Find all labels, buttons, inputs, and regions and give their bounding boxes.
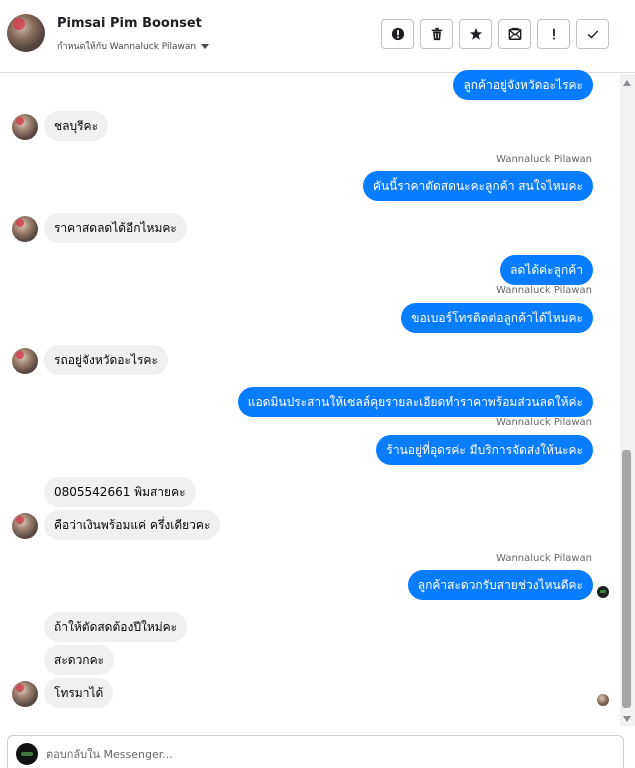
toolbar <box>381 19 609 49</box>
message-bubble-outgoing[interactable]: ลดได้ค่ะลูกค้า <box>500 255 593 285</box>
message-bubble-incoming[interactable]: ราคาสดลดได้อีกไหมคะ <box>44 213 187 243</box>
mark-unread-button[interactable] <box>498 19 531 49</box>
done-button[interactable] <box>576 19 609 49</box>
message-bubble-incoming[interactable]: ชลบุรีคะ <box>44 111 109 141</box>
contact-avatar-small <box>12 681 38 707</box>
chevron-down-icon <box>201 43 210 49</box>
star-icon <box>469 27 482 40</box>
trash-icon <box>431 27 442 41</box>
contact-avatar-small <box>12 513 38 539</box>
message-bubble-incoming[interactable]: สะดวกคะ <box>44 645 115 675</box>
reply-composer <box>7 735 624 768</box>
check-icon <box>587 30 598 39</box>
sender-name: Wannaluck Pilawan <box>496 154 592 165</box>
message-bubble-outgoing[interactable]: ลูกค้าสะดวกรับสายช่วงไหนดีคะ <box>407 570 593 600</box>
scroll-thumb[interactable] <box>622 450 631 708</box>
conversation-header: Pimsai Pim Boonset กำหนดให้กับ Wannaluck… <box>0 0 635 73</box>
star-button[interactable] <box>459 19 492 49</box>
scroll-up-arrow[interactable] <box>623 80 631 86</box>
contact-avatar-small <box>12 114 38 140</box>
message-bubble-outgoing[interactable]: ร้านอยู่ที่อุดรค่ะ มีบริการจัดส่งให้นะคะ <box>376 435 593 465</box>
contact-avatar-small <box>12 348 38 374</box>
sender-name: Wannaluck Pilawan <box>496 285 592 296</box>
message-bubble-incoming[interactable]: 0805542661 พิมสายคะ <box>44 477 196 507</box>
contact-avatar[interactable] <box>7 14 45 52</box>
reply-input[interactable] <box>46 748 606 761</box>
sender-name: Wannaluck Pilawan <box>496 417 592 428</box>
contact-name[interactable]: Pimsai Pim Boonset <box>57 16 202 31</box>
spam-button[interactable] <box>381 19 414 49</box>
message-bubble-outgoing[interactable]: ลูกค้าอยู่จังหวัดอะไรคะ <box>453 70 593 100</box>
exclamation-icon <box>552 28 555 40</box>
alert-circle-icon <box>391 27 404 41</box>
scroll-down-arrow[interactable] <box>623 716 631 722</box>
assignee-label: กำหนดให้กับ Wannaluck Pilawan <box>57 42 197 52</box>
delete-button[interactable] <box>420 19 453 49</box>
follow-up-button[interactable] <box>537 19 570 49</box>
seen-indicator <box>597 586 609 598</box>
assignee-selector[interactable]: กำหนดให้กับ Wannaluck Pilawan <box>57 39 210 53</box>
message-bubble-outgoing[interactable]: คันนี้ราคาตัดสดนะคะลูกค้า สนใจไหมคะ <box>362 171 593 201</box>
thread-scrollbar[interactable] <box>620 74 635 726</box>
message-bubble-outgoing[interactable]: แอดมินประสานให้เซลล์คุยรายละเอียดทำราคาพ… <box>237 387 593 417</box>
message-bubble-incoming[interactable]: คือว่าเงินพร้อมแค่ ครึ่งเดียวคะ <box>44 510 221 540</box>
message-bubble-incoming[interactable]: โทรมาได้ <box>44 678 114 708</box>
page-avatar <box>16 743 38 765</box>
message-bubble-outgoing[interactable]: ขอเบอร์โทรติดต่อลูกค้าได้ไหมคะ <box>401 303 593 333</box>
read-receipt-avatar <box>597 694 609 706</box>
mail-icon <box>508 27 521 40</box>
message-bubble-incoming[interactable]: รถอยู่จังหวัดอะไรคะ <box>44 345 168 375</box>
contact-avatar-small <box>12 216 38 242</box>
message-thread[interactable]: ลูกค้าอยู่จังหวัดอะไรคะ ชลบุรีคะ Wannalu… <box>0 70 620 732</box>
sender-name: Wannaluck Pilawan <box>496 553 592 564</box>
message-bubble-incoming[interactable]: ถ้าให้ตัดสดต้องปีใหม่คะ <box>44 612 188 642</box>
